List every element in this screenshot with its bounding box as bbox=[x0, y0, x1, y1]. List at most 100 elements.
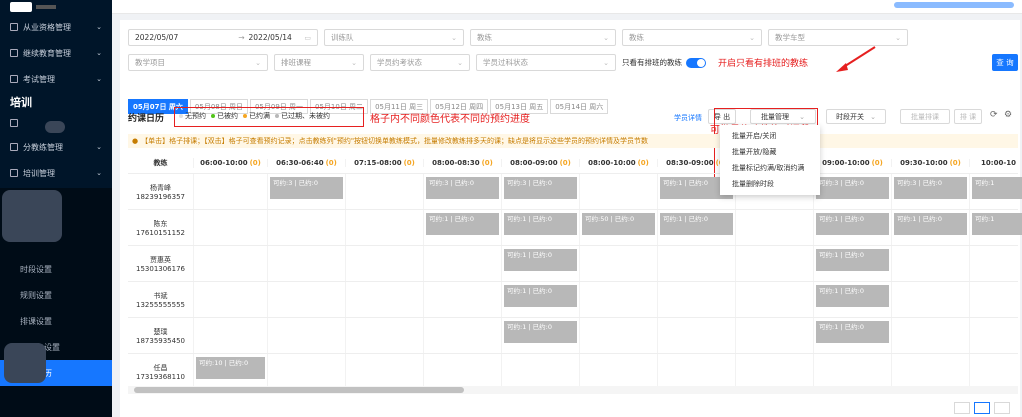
slot-cell[interactable] bbox=[892, 354, 970, 389]
search-button[interactable]: 查 询 bbox=[992, 54, 1018, 71]
sidebar-item-items_mid-1[interactable]: 培训管理 ⌄ bbox=[0, 160, 112, 186]
slot-cell[interactable] bbox=[194, 174, 268, 209]
date-range-picker[interactable]: 2022/05/07 → 2022/05/14 ▭ bbox=[128, 29, 318, 46]
slot-cell[interactable] bbox=[346, 210, 424, 245]
slot-cell[interactable] bbox=[424, 246, 502, 281]
slot-cell[interactable]: 可约:1 | 已约:0 bbox=[502, 282, 580, 317]
exam-status-select[interactable]: 学员约考状态 ⌄ bbox=[370, 54, 470, 71]
slot-cell[interactable] bbox=[268, 246, 346, 281]
horizontal-scrollbar[interactable] bbox=[128, 386, 1018, 394]
slot-cell[interactable] bbox=[970, 318, 1022, 353]
subject-select[interactable]: 教学项目 ⌄ bbox=[128, 54, 268, 71]
slot-cell[interactable] bbox=[892, 282, 970, 317]
time-slot[interactable]: 可约:3 | 已约:0 bbox=[816, 177, 889, 199]
sidebar-item-blank[interactable] bbox=[0, 112, 112, 134]
slot-cell[interactable]: 可约:1 | 已约:0 bbox=[814, 282, 892, 317]
time-slot[interactable]: 可约:1 | 已约:0 bbox=[504, 213, 577, 235]
scrollbar-thumb[interactable] bbox=[134, 387, 464, 393]
slot-cell[interactable] bbox=[346, 246, 424, 281]
time-slot[interactable]: 可约:3 | 已约:0 bbox=[426, 177, 499, 199]
page-prev[interactable] bbox=[954, 402, 970, 414]
batch-schedule-button[interactable]: 批量排课 bbox=[900, 109, 950, 124]
slot-cell[interactable]: 可约:1 | 已约:0 bbox=[814, 210, 892, 245]
slot-cell[interactable] bbox=[580, 174, 658, 209]
coach-select-1[interactable]: 教练 ⌄ bbox=[470, 29, 616, 46]
slot-cell[interactable]: 可约:1 | 已约:0 bbox=[892, 210, 970, 245]
time-slot[interactable]: 可约:1 | 已约:0 bbox=[816, 285, 889, 307]
slot-cell[interactable] bbox=[194, 246, 268, 281]
slot-cell[interactable]: 可约:3 | 已约:0 bbox=[814, 174, 892, 209]
slot-cell[interactable] bbox=[892, 318, 970, 353]
settings-icon[interactable]: ⚙ bbox=[1004, 110, 1012, 120]
slot-cell[interactable] bbox=[194, 318, 268, 353]
check-status-select[interactable]: 学员过科状态 ⌄ bbox=[476, 54, 616, 71]
time-slot[interactable]: 可约:50 | 已约:0 bbox=[582, 213, 655, 235]
slot-cell[interactable] bbox=[424, 318, 502, 353]
time-slot[interactable]: 可约:1 | 已约:0 bbox=[660, 213, 733, 235]
slot-cell[interactable] bbox=[580, 354, 658, 389]
time-slot[interactable]: 可约:1 | 已约:0 bbox=[816, 321, 889, 343]
slot-switch-button[interactable]: 时段开关 ⌄ bbox=[826, 109, 886, 124]
dropdown-item[interactable]: 批量开放/隐藏 bbox=[720, 144, 820, 160]
slot-cell[interactable]: 可约:1 | 已约:0 bbox=[814, 246, 892, 281]
slot-cell[interactable] bbox=[580, 246, 658, 281]
slot-cell[interactable] bbox=[194, 282, 268, 317]
slot-cell[interactable]: 可约:3 | 已约:0 bbox=[424, 174, 502, 209]
slot-cell[interactable] bbox=[970, 354, 1022, 389]
time-slot[interactable]: 可约:3 | 已约:0 bbox=[894, 177, 967, 199]
slot-cell[interactable] bbox=[658, 318, 736, 353]
sidebar-item-items_top-1[interactable]: 继续教育管理 ⌄ bbox=[0, 40, 112, 66]
sidebar-item-items_top-2[interactable]: 考试管理 ⌄ bbox=[0, 66, 112, 92]
slot-cell[interactable] bbox=[736, 210, 814, 245]
time-slot[interactable]: 可约:1 | 已约:0 bbox=[816, 213, 889, 235]
slot-cell[interactable]: 可约:1 | 已约:0 bbox=[502, 210, 580, 245]
slot-cell[interactable] bbox=[658, 354, 736, 389]
slot-cell[interactable] bbox=[736, 354, 814, 389]
sidebar-subitem-0[interactable]: 时段设置 bbox=[0, 256, 112, 282]
slot-cell[interactable] bbox=[346, 282, 424, 317]
slot-cell[interactable]: 可约:1 | 已约:0 bbox=[658, 210, 736, 245]
slot-cell[interactable] bbox=[346, 318, 424, 353]
dropdown-item[interactable]: 批量开启/关闭 bbox=[720, 128, 820, 144]
time-slot[interactable]: 可约:1 bbox=[972, 213, 1022, 235]
slot-cell[interactable]: 可约:1 | 已约:0 bbox=[502, 246, 580, 281]
course-select[interactable]: 排班课程 ⌄ bbox=[274, 54, 364, 71]
slot-cell[interactable] bbox=[892, 246, 970, 281]
dropdown-item[interactable]: 批量删除时段 bbox=[720, 176, 820, 192]
slot-cell[interactable]: 可约:3 | 已约:0 bbox=[892, 174, 970, 209]
slot-cell[interactable] bbox=[502, 354, 580, 389]
time-slot[interactable]: 可约:1 | 已约:0 bbox=[504, 285, 577, 307]
dropdown-item[interactable]: 批量标记约满/取消约满 bbox=[720, 160, 820, 176]
date-tab[interactable]: 05月14日 周六 bbox=[550, 99, 609, 114]
time-slot[interactable]: 可约:1 bbox=[972, 177, 1022, 199]
page-1[interactable] bbox=[974, 402, 990, 414]
page-next[interactable] bbox=[994, 402, 1010, 414]
sidebar-item-items_top-0[interactable]: 从业资格管理 ⌄ bbox=[0, 14, 112, 40]
time-slot[interactable]: 可约:3 | 已约:0 bbox=[504, 177, 577, 199]
slot-cell[interactable]: 可约:1 | 已约:0 bbox=[502, 318, 580, 353]
slot-cell[interactable] bbox=[736, 318, 814, 353]
slot-cell[interactable]: 可约:10 | 已约:0 bbox=[194, 354, 268, 389]
slot-cell[interactable]: 可约:1 | 已约:0 bbox=[814, 318, 892, 353]
time-slot[interactable]: 可约:1 | 已约:0 bbox=[504, 321, 577, 343]
slot-cell[interactable] bbox=[194, 210, 268, 245]
slot-cell[interactable] bbox=[736, 282, 814, 317]
slot-cell[interactable]: 可约:3 | 已约:0 bbox=[502, 174, 580, 209]
slot-cell[interactable] bbox=[580, 282, 658, 317]
refresh-icon[interactable]: ⟳ bbox=[990, 110, 998, 120]
student-detail-link[interactable]: 学员详情 bbox=[674, 113, 702, 123]
only-scheduled-toggle[interactable] bbox=[686, 57, 706, 68]
time-slot[interactable]: 可约:1 | 已约:0 bbox=[894, 213, 967, 235]
time-slot[interactable]: 可约:10 | 已约:0 bbox=[196, 357, 265, 379]
slot-cell[interactable] bbox=[268, 210, 346, 245]
slot-cell[interactable] bbox=[970, 282, 1022, 317]
slot-cell[interactable] bbox=[580, 318, 658, 353]
slot-cell[interactable]: 可约:1 bbox=[970, 174, 1022, 209]
time-slot[interactable]: 可约:1 | 已约:0 bbox=[816, 249, 889, 271]
time-slot[interactable]: 可约:3 | 已约:0 bbox=[270, 177, 343, 199]
slot-cell[interactable]: 可约:3 | 已约:0 bbox=[268, 174, 346, 209]
coach-select-2[interactable]: 教练 ⌄ bbox=[622, 29, 762, 46]
slot-cell[interactable] bbox=[424, 354, 502, 389]
slot-cell[interactable] bbox=[346, 354, 424, 389]
slot-cell[interactable] bbox=[658, 282, 736, 317]
